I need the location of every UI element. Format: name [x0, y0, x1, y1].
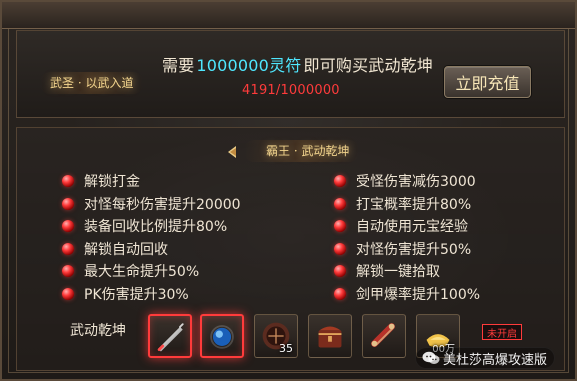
not-open-badge: 未开启 — [482, 324, 522, 340]
benefit-item: 解锁一键拾取 — [334, 260, 480, 283]
item-slot-sword[interactable] — [148, 314, 192, 358]
bullet-icon — [62, 197, 74, 210]
benefit-text: 剑甲爆率提升100% — [356, 286, 481, 303]
items-label: 武动乾坤 — [70, 323, 126, 339]
bullet-icon — [334, 287, 346, 300]
item-slot-orb[interactable] — [200, 314, 244, 358]
benefit-text: 解锁一键拾取 — [356, 264, 440, 281]
benefits-left-column: 解锁打金 对怪每秒伤害提升20000 装备回收比例提升80% 解锁自动回收 最大… — [62, 170, 241, 305]
scroll-icon — [371, 323, 395, 347]
bullet-icon — [334, 265, 346, 278]
bullet-icon — [62, 220, 74, 233]
wechat-icon — [422, 351, 440, 364]
bullet-icon — [334, 220, 346, 233]
benefit-text: 自动使用元宝经验 — [356, 219, 468, 236]
watermark: 美杜莎高爆攻速版 — [415, 347, 556, 369]
benefit-text: 解锁自动回收 — [84, 241, 168, 258]
requirement-suffix: 即可购买武动乾坤 — [303, 56, 434, 75]
orb-icon — [210, 325, 234, 349]
benefit-item: 解锁打金 — [62, 170, 241, 193]
bullet-icon — [62, 175, 74, 188]
tier-title: 霸王 · 武动乾坤 — [244, 140, 360, 162]
recharge-button[interactable]: 立即充值 — [444, 66, 531, 98]
item-slot-scroll[interactable] — [362, 314, 406, 358]
vip-level-title: 武圣 · 以武入道 — [40, 72, 144, 94]
benefit-text: 最大生命提升50% — [84, 264, 200, 281]
benefit-item: 对怪每秒伤害提升20000 — [62, 193, 241, 216]
benefit-item: 打宝概率提升80% — [334, 193, 480, 216]
benefit-item: 剑甲爆率提升100% — [334, 283, 480, 306]
benefit-text: 解锁打金 — [84, 174, 140, 191]
benefit-item: PK伤害提升30% — [62, 283, 241, 306]
requirement-prefix: 需要 — [162, 56, 195, 75]
benefit-item: 解锁自动回收 — [62, 238, 241, 261]
benefit-text: PK伤害提升30% — [84, 286, 189, 303]
benefit-item: 对怪伤害提升50% — [334, 238, 480, 261]
benefits-right-column: 受怪伤害减伤3000 打宝概率提升80% 自动使用元宝经验 对怪伤害提升50% … — [334, 170, 480, 305]
benefit-text: 受怪伤害减伤3000 — [356, 174, 476, 191]
bullet-icon — [62, 265, 74, 278]
watermark-text: 美杜莎高爆攻速版 — [443, 352, 548, 368]
treasure-chest-icon — [318, 326, 342, 348]
benefit-text: 打宝概率提升80% — [356, 196, 472, 213]
bullet-icon — [334, 242, 346, 255]
benefit-item: 受怪伤害减伤3000 — [334, 170, 480, 193]
item-quantity: 35 — [279, 342, 293, 355]
bullet-icon — [334, 175, 346, 188]
requirement-progress: 4191/1000000 — [242, 83, 340, 98]
game-dialog: 武圣 · 以武入道 需要 1000000灵符 即可购买武动乾坤 4191/10000… — [0, 0, 577, 381]
sword-icon — [157, 323, 184, 352]
benefit-text: 对怪每秒伤害提升20000 — [84, 196, 241, 213]
arrow-left-icon — [228, 146, 236, 158]
item-slot-plate[interactable]: 35 — [254, 314, 298, 358]
benefit-item: 最大生命提升50% — [62, 260, 241, 283]
top-decorative-strip — [2, 2, 575, 29]
purchase-requirement-text: 需要 1000000灵符 即可购买武动乾坤 — [162, 52, 433, 76]
benefit-text: 对怪伤害提升50% — [356, 241, 472, 258]
item-slot-chest[interactable] — [308, 314, 352, 358]
requirement-amount: 1000000灵符 — [196, 56, 302, 75]
benefit-text: 装备回收比例提升80% — [84, 219, 228, 236]
bullet-icon — [334, 197, 346, 210]
benefit-item: 装备回收比例提升80% — [62, 215, 241, 238]
benefit-item: 自动使用元宝经验 — [334, 215, 480, 238]
bullet-icon — [62, 242, 74, 255]
bullet-icon — [62, 287, 74, 300]
